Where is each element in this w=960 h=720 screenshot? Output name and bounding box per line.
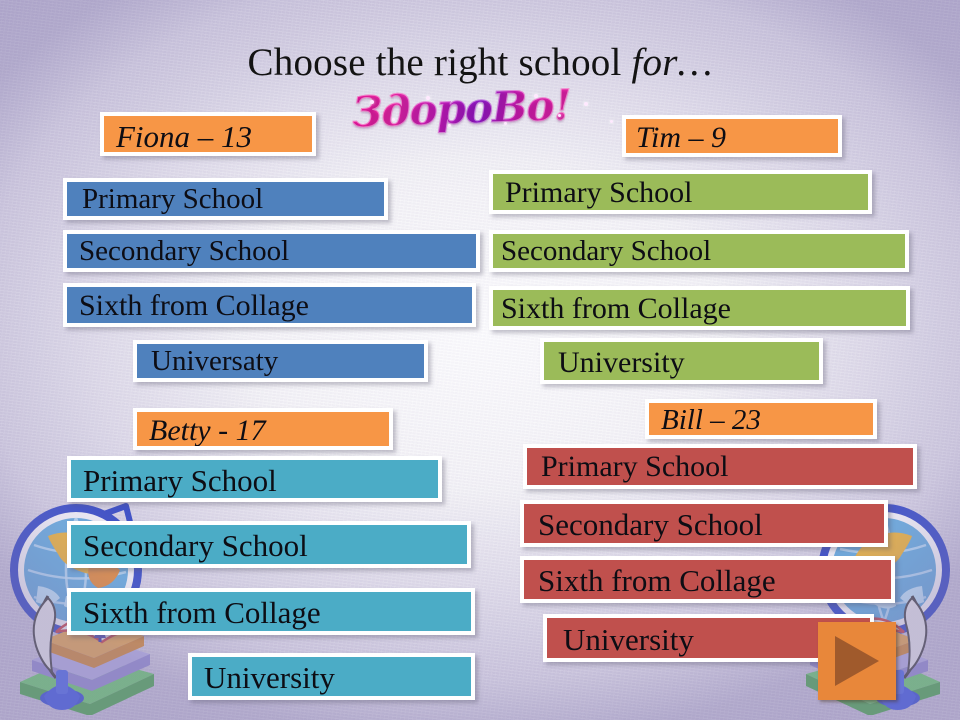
stage-fiona-2-label: Sixth from Collage <box>67 287 472 323</box>
page-title: Choose the right school for… <box>0 40 960 85</box>
stage-fiona-1-label: Secondary School <box>67 234 476 268</box>
page-title-plain: Choose the right school <box>247 41 632 84</box>
stage-bill-2-label: Sixth from Collage <box>524 560 891 599</box>
stage-fiona-2[interactable]: Sixth from Collage <box>63 283 476 327</box>
stage-fiona-3-label: Universaty <box>137 344 424 378</box>
stage-fiona-3[interactable]: Universaty <box>133 340 428 382</box>
person-name-tim-label: Tim – 9 <box>626 119 838 153</box>
play-triangle-icon <box>835 636 879 686</box>
stage-betty-0-label: Primary School <box>71 460 438 498</box>
stage-tim-3[interactable]: University <box>540 338 823 384</box>
wordart-zdorovo: ЗдороВо! <box>351 80 572 138</box>
slide-canvas: Choose the right school for… Fiona – 13 … <box>0 0 960 720</box>
person-name-fiona-label: Fiona – 13 <box>104 116 312 152</box>
stage-betty-3[interactable]: University <box>188 653 475 700</box>
page-title-italic: for… <box>631 41 713 84</box>
stage-betty-0[interactable]: Primary School <box>67 456 442 502</box>
person-name-fiona[interactable]: Fiona – 13 <box>100 112 316 156</box>
stage-betty-2[interactable]: Sixth from Collage <box>67 588 475 635</box>
person-name-bill[interactable]: Bill – 23 <box>645 399 877 439</box>
stage-tim-3-label: University <box>544 342 819 380</box>
person-name-betty[interactable]: Betty - 17 <box>133 408 393 450</box>
stage-tim-2[interactable]: Sixth from Collage <box>489 286 910 330</box>
stage-bill-1[interactable]: Secondary School <box>520 500 888 547</box>
person-name-betty-label: Betty - 17 <box>137 412 389 446</box>
stage-fiona-1[interactable]: Secondary School <box>63 230 480 272</box>
person-name-tim[interactable]: Tim – 9 <box>622 115 842 157</box>
stage-betty-2-label: Sixth from Collage <box>71 592 471 631</box>
stage-tim-1[interactable]: Secondary School <box>489 230 909 272</box>
stage-bill-0[interactable]: Primary School <box>523 444 917 489</box>
stage-betty-1-label: Secondary School <box>71 525 467 564</box>
stage-betty-3-label: University <box>192 657 471 696</box>
stage-tim-1-label: Secondary School <box>493 234 905 268</box>
stage-bill-2[interactable]: Sixth from Collage <box>520 556 895 603</box>
person-name-bill-label: Bill – 23 <box>649 403 873 435</box>
stage-bill-0-label: Primary School <box>527 448 913 485</box>
stage-fiona-0[interactable]: Primary School <box>63 178 388 220</box>
stage-tim-0[interactable]: Primary School <box>489 170 872 214</box>
stage-tim-2-label: Sixth from Collage <box>493 290 906 326</box>
stage-betty-1[interactable]: Secondary School <box>67 521 471 568</box>
stage-fiona-0-label: Primary School <box>67 182 384 216</box>
stage-bill-1-label: Secondary School <box>524 504 884 543</box>
stage-tim-0-label: Primary School <box>493 174 868 210</box>
next-slide-button[interactable] <box>818 622 896 700</box>
